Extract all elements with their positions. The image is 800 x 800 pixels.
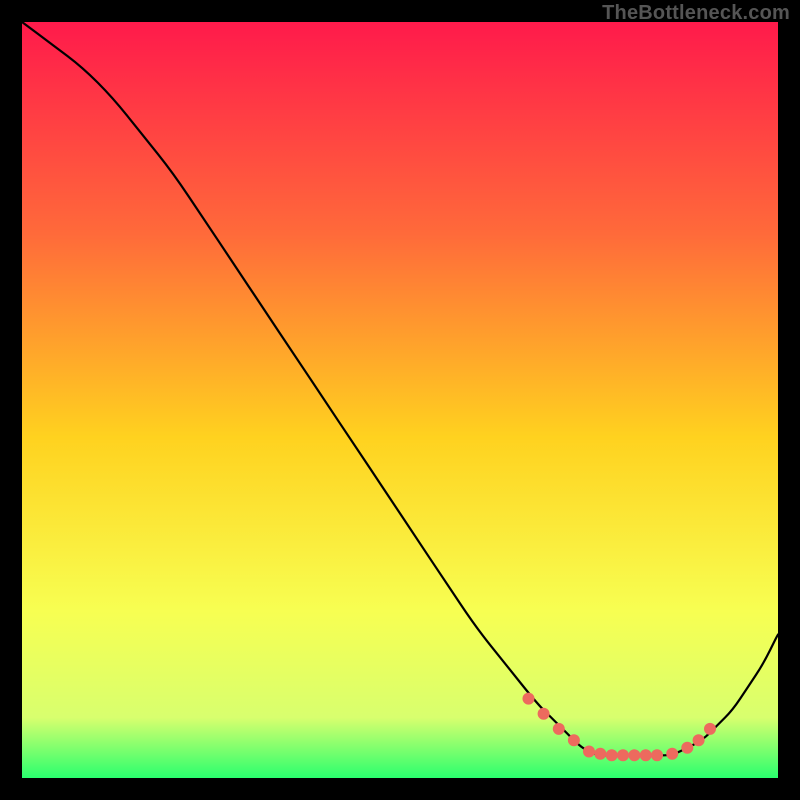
marker-point [651, 749, 663, 761]
marker-point [628, 749, 640, 761]
marker-point [704, 723, 716, 735]
marker-point [681, 742, 693, 754]
marker-point [606, 749, 618, 761]
watermark-label: TheBottleneck.com [602, 2, 790, 25]
marker-point [568, 734, 580, 746]
marker-point [583, 746, 595, 758]
gradient-background [22, 22, 778, 778]
marker-point [594, 748, 606, 760]
marker-point [666, 748, 678, 760]
marker-point [640, 749, 652, 761]
marker-point [553, 723, 565, 735]
marker-point [523, 693, 535, 705]
marker-point [617, 749, 629, 761]
marker-point [538, 708, 550, 720]
marker-point [693, 734, 705, 746]
bottleneck-chart [22, 22, 778, 778]
